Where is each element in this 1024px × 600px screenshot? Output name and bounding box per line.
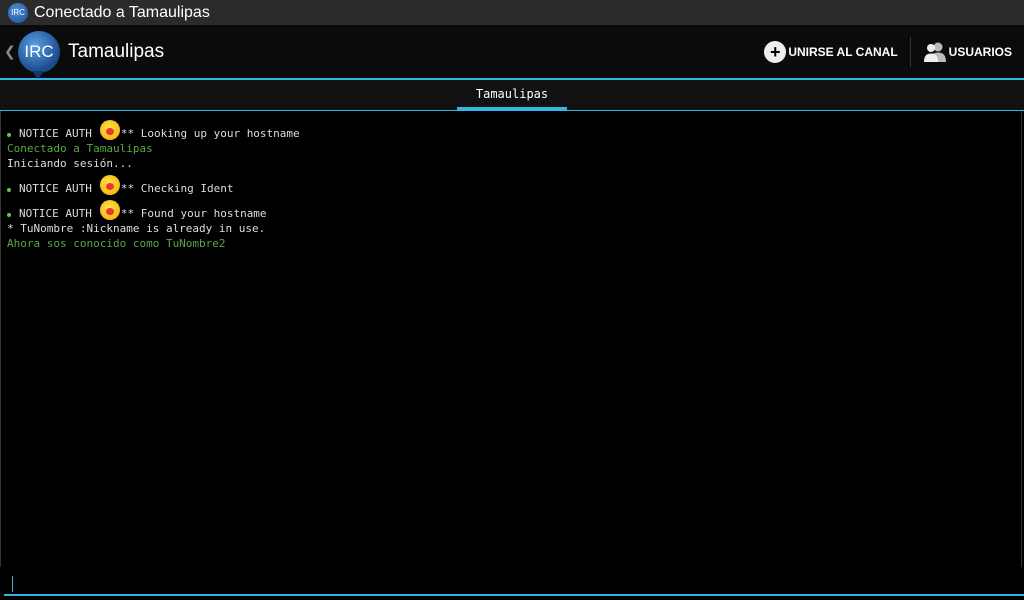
window-title: Conectado a Tamaulipas bbox=[34, 3, 210, 21]
chat-log[interactable]: NOTICE AUTH ** Looking up your hostname … bbox=[0, 111, 1022, 567]
chat-line: NOTICE AUTH ** Found your hostname bbox=[7, 200, 267, 220]
message-text: Ahora sos conocido como TuNombre2 bbox=[7, 237, 226, 250]
notice-bullet bbox=[7, 188, 11, 192]
smiley-emoji-icon bbox=[99, 175, 120, 195]
message-text: ** Found your hostname bbox=[120, 207, 267, 220]
users-label: USUARIOS bbox=[948, 44, 1012, 59]
plus-circle-icon: + bbox=[764, 40, 787, 63]
notice-prefix: NOTICE AUTH bbox=[19, 182, 92, 195]
users-button[interactable]: USUARIOS bbox=[911, 25, 1024, 78]
chat-line: * TuNombre :Nickname is already in use. bbox=[7, 222, 265, 235]
tab-tamaulipas[interactable]: Tamaulipas bbox=[457, 80, 567, 110]
action-buttons: + UNIRSE AL CANAL USUARIOS bbox=[752, 25, 1024, 78]
join-channel-label: UNIRSE AL CANAL bbox=[788, 44, 898, 59]
irc-logo-icon[interactable]: IRC bbox=[18, 30, 60, 79]
chat-line: Conectado a Tamaulipas bbox=[7, 142, 153, 155]
message-text: ** Checking Ident bbox=[120, 182, 234, 195]
chevron-left-icon[interactable]: ❮ bbox=[4, 44, 16, 60]
channel-title: Tamaulipas bbox=[68, 40, 165, 62]
irc-app-icon: IRC bbox=[8, 2, 28, 23]
text-caret bbox=[12, 576, 13, 592]
notice-prefix: NOTICE AUTH bbox=[19, 127, 92, 140]
message-text: * TuNombre :Nickname is already in use. bbox=[7, 222, 266, 235]
notice-bullet bbox=[7, 133, 11, 137]
notice-prefix: NOTICE AUTH bbox=[19, 207, 92, 220]
smiley-emoji-icon bbox=[99, 120, 120, 140]
message-text: Conectado a Tamaulipas bbox=[7, 142, 153, 155]
message-input[interactable] bbox=[4, 570, 1024, 596]
chat-line: Iniciando sesión... bbox=[7, 157, 133, 170]
chat-line: Ahora sos conocido como TuNombre2 bbox=[7, 237, 226, 250]
window-title-bar: IRC Conectado a Tamaulipas bbox=[0, 0, 1024, 25]
message-text: ** Looking up your hostname bbox=[120, 127, 300, 140]
channel-tab-strip: Tamaulipas bbox=[0, 80, 1024, 111]
notice-bullet bbox=[7, 213, 11, 217]
chat-line: NOTICE AUTH ** Checking Ident bbox=[7, 175, 233, 195]
input-bar bbox=[0, 568, 1024, 600]
message-text: Iniciando sesión... bbox=[7, 157, 133, 170]
join-channel-button[interactable]: + UNIRSE AL CANAL bbox=[752, 25, 909, 78]
action-bar: ❮ IRC Tamaulipas + UNIRSE AL CANAL USUAR… bbox=[0, 25, 1024, 80]
chat-line: NOTICE AUTH ** Looking up your hostname bbox=[7, 120, 300, 140]
smiley-emoji-icon bbox=[99, 200, 120, 220]
users-icon bbox=[923, 42, 946, 62]
